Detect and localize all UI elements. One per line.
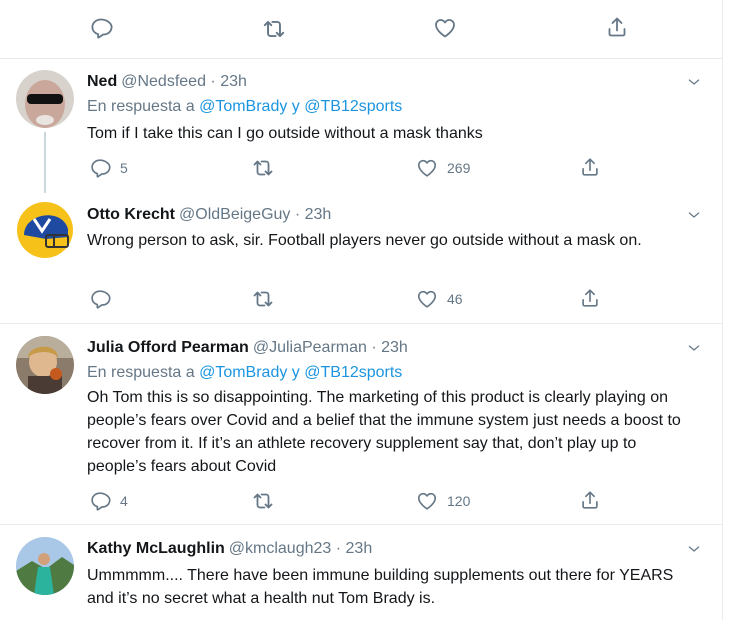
mention-link[interactable]: @TomBrady [199, 364, 287, 381]
timestamp[interactable]: · 23h [336, 540, 372, 557]
like-icon [433, 16, 457, 40]
share-icon [605, 15, 629, 39]
share-button[interactable] [579, 287, 601, 309]
parent-tweet-actions [0, 0, 722, 59]
retweet-button[interactable] [251, 489, 275, 513]
share-icon [579, 489, 601, 511]
like-button[interactable]: 269 [416, 157, 470, 179]
avatar[interactable] [16, 537, 74, 595]
share-icon [579, 156, 601, 178]
author-name[interactable]: Ned [87, 73, 117, 90]
reply-icon [89, 157, 111, 179]
tweet-header: Julia Offord Pearman @JuliaPearman · 23h [87, 339, 408, 357]
reply-count: 5 [120, 160, 128, 176]
retweet-icon [251, 156, 275, 180]
author-name[interactable]: Julia Offord Pearman [87, 339, 249, 356]
chevron-down-icon[interactable] [686, 541, 702, 557]
retweet-icon [251, 287, 275, 311]
tweet-julia-offord-pearman[interactable]: Julia Offord Pearman @JuliaPearman · 23h … [0, 324, 722, 524]
like-icon [416, 157, 438, 179]
author-handle[interactable]: @Nedsfeed [121, 73, 206, 90]
retweet-icon [261, 16, 287, 42]
like-icon [416, 490, 438, 512]
like-button[interactable]: 120 [416, 490, 470, 512]
reply-button[interactable]: 4 [89, 490, 128, 512]
reply-icon [89, 16, 113, 40]
tweet-ned[interactable]: Ned @Nedsfeed · 23h En respuesta a @TomBr… [0, 58, 722, 193]
author-name[interactable]: Otto Krecht [87, 206, 175, 223]
tweet-header: Kathy McLaughlin @kmclaugh23 · 23h [87, 540, 372, 558]
like-count: 269 [447, 160, 471, 176]
share-icon [579, 287, 601, 309]
like-count: 120 [447, 493, 471, 509]
author-handle[interactable]: @JuliaPearman [253, 339, 367, 356]
like-button[interactable] [433, 16, 457, 40]
tweet-text: Tom if I take this can I go outside with… [87, 125, 483, 142]
mention-link[interactable]: @TB12sports [304, 364, 402, 381]
reply-button[interactable] [89, 288, 111, 310]
reply-button[interactable] [89, 16, 113, 40]
chevron-down-icon[interactable] [686, 207, 702, 223]
author-handle[interactable]: @kmclaugh23 [229, 540, 332, 557]
mention-link[interactable]: @TB12sports [304, 98, 402, 115]
avatar[interactable] [16, 70, 74, 128]
retweet-icon [251, 489, 275, 513]
share-button[interactable] [579, 156, 601, 178]
retweet-button[interactable] [261, 16, 287, 42]
reply-context: En respuesta a @TomBrady y @TB12sports [87, 98, 402, 116]
tweet-header: Otto Krecht @OldBeigeGuy · 23h [87, 206, 331, 224]
tweet-header: Ned @Nedsfeed · 23h [87, 73, 247, 91]
share-button[interactable] [605, 15, 629, 39]
tweet-text: Oh Tom this is so disappointing. The mar… [87, 389, 681, 475]
reply-joiner: y [291, 98, 300, 115]
retweet-button[interactable] [251, 156, 275, 180]
author-handle[interactable]: @OldBeigeGuy [179, 206, 290, 223]
avatar[interactable] [16, 201, 74, 259]
like-count: 46 [447, 291, 463, 307]
timestamp[interactable]: · 23h [210, 73, 246, 90]
share-button[interactable] [579, 489, 601, 511]
reply-icon [89, 490, 111, 512]
reply-joiner: y [291, 364, 300, 381]
chevron-down-icon[interactable] [686, 74, 702, 90]
reply-button[interactable]: 5 [89, 157, 128, 179]
retweet-button[interactable] [251, 287, 275, 311]
tweet-text: Ummmmm.... There have been immune buildi… [87, 567, 674, 607]
author-name[interactable]: Kathy McLaughlin [87, 540, 225, 557]
reply-count: 4 [120, 493, 128, 509]
like-icon [416, 288, 438, 310]
tweet-otto-krecht[interactable]: Otto Krecht @OldBeigeGuy · 23h Wrong pers… [0, 191, 722, 323]
mention-link[interactable]: @TomBrady [199, 98, 287, 115]
tweet-text: Wrong person to ask, sir. Football playe… [87, 232, 642, 249]
reply-prefix: En respuesta a [87, 98, 195, 115]
reply-icon [89, 288, 111, 310]
timestamp[interactable]: · 23h [295, 206, 331, 223]
thread-line [44, 132, 46, 193]
timestamp[interactable]: · 23h [371, 339, 407, 356]
reply-prefix: En respuesta a [87, 364, 195, 381]
like-button[interactable]: 46 [416, 288, 463, 310]
reply-feed: Ned @Nedsfeed · 23h En respuesta a @TomBr… [0, 0, 723, 620]
avatar[interactable] [16, 336, 74, 394]
tweet-kathy-mclaughlin[interactable]: Kathy McLaughlin @kmclaugh23 · 23h Ummmmm… [0, 525, 722, 620]
reply-context: En respuesta a @TomBrady y @TB12sports [87, 364, 402, 382]
chevron-down-icon[interactable] [686, 340, 702, 356]
